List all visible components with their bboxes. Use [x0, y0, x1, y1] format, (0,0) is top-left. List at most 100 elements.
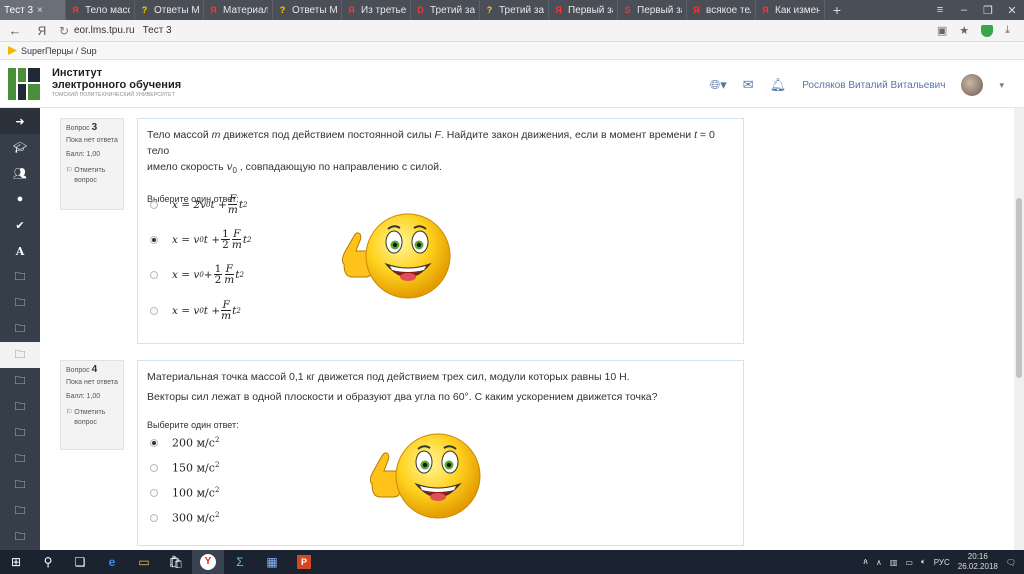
- flag-question-button[interactable]: ⚐ Отметить вопрос: [66, 166, 118, 186]
- task-view-icon[interactable]: ❏: [64, 550, 96, 574]
- browser-tab[interactable]: Я Из третьего: [342, 0, 411, 20]
- answer-option[interactable]: 200 м/с2: [150, 436, 219, 450]
- sigma-app-icon[interactable]: Σ: [224, 550, 256, 574]
- new-tab-button[interactable]: +: [825, 0, 849, 20]
- answer-formula: x = v0 + 12Fmt2: [172, 263, 244, 286]
- browser-tab[interactable]: Я Первый зак: [549, 0, 618, 20]
- app-icon[interactable]: ▦: [256, 550, 288, 574]
- section-folder-icon[interactable]: 🗀︎: [0, 368, 40, 394]
- input-language[interactable]: РУС: [934, 558, 950, 567]
- page-scrollbar[interactable]: [1014, 108, 1024, 550]
- user-menu-chevron-down-icon[interactable]: ▾: [999, 80, 1004, 91]
- maximize-icon[interactable]: ❐: [976, 0, 1000, 20]
- network-icon[interactable]: ▥: [890, 558, 898, 567]
- courses-cap-icon[interactable]: 🎓︎: [0, 134, 40, 160]
- answer-option[interactable]: x = v0t + 12Fmt2: [150, 229, 252, 250]
- close-window-icon[interactable]: ✕: [1000, 0, 1024, 20]
- language-globe-icon[interactable]: 🌐︎▾: [710, 77, 727, 93]
- section-folder-icon[interactable]: 🗀︎: [0, 316, 40, 342]
- bookmark-play-icon: [8, 46, 17, 55]
- answer-radio-selected[interactable]: [150, 235, 158, 244]
- search-icon[interactable]: ⚲: [32, 550, 64, 574]
- store-icon[interactable]: 🛍︎: [160, 550, 192, 574]
- people-icon[interactable]: ጰ: [863, 557, 868, 567]
- participants-users-icon[interactable]: 👥︎: [0, 160, 40, 186]
- section-folder-icon[interactable]: 🗀︎: [0, 524, 40, 550]
- notifications-bell-icon[interactable]: 🔔︎: [770, 77, 787, 93]
- logo-title: Институт электронного обучения: [52, 67, 182, 91]
- answer-radio[interactable]: [150, 270, 158, 279]
- reload-icon[interactable]: ↻: [54, 24, 74, 38]
- tab-label: Ответы Mail: [292, 4, 337, 16]
- file-explorer-icon[interactable]: ▭: [128, 550, 160, 574]
- show-hidden-icons-chevron-up-icon[interactable]: ∧: [876, 558, 882, 567]
- address-url[interactable]: eor.lms.tpu.ru: [74, 25, 135, 36]
- browser-tab[interactable]: ? Ответы Mail: [135, 0, 204, 20]
- browser-tab[interactable]: Я Материальн: [204, 0, 273, 20]
- question-score: Балл: 1,00: [66, 393, 101, 400]
- back-arrow-icon[interactable]: ←: [0, 23, 30, 38]
- browser-tab[interactable]: ? Третий зако: [480, 0, 549, 20]
- badges-circle-icon[interactable]: ●: [0, 186, 40, 212]
- section-folder-icon[interactable]: 🗀︎: [0, 446, 40, 472]
- clock[interactable]: 20:16 26.02.2018: [958, 552, 998, 572]
- grades-a-icon[interactable]: A: [0, 238, 40, 264]
- answer-radio[interactable]: [150, 513, 158, 522]
- start-windows-icon[interactable]: ⊞: [0, 550, 32, 574]
- tab-active[interactable]: Тест 3 ×: [0, 0, 66, 20]
- answer-radio[interactable]: [150, 463, 158, 472]
- volume-icon[interactable]: 🔈︎: [921, 557, 926, 567]
- tabs-menu-icon[interactable]: ≡: [928, 0, 952, 20]
- powerpoint-icon[interactable]: P: [288, 550, 320, 574]
- browser-tab[interactable]: Я Как изменит: [756, 0, 825, 20]
- answer-option[interactable]: 100 м/с2: [150, 486, 219, 500]
- bookmark-item[interactable]: SuperПерцы / Sup: [21, 46, 97, 56]
- yandex-home-icon[interactable]: Я: [30, 24, 54, 38]
- answer-value: 300 м/с2: [172, 511, 220, 525]
- section-folder-icon[interactable]: 🗀︎: [0, 472, 40, 498]
- browser-tab[interactable]: Явсякое тело: [687, 0, 756, 20]
- yandex-browser-icon[interactable]: Y: [192, 550, 224, 574]
- bookmark-star-icon[interactable]: ★: [959, 24, 969, 37]
- question-info-3: Вопрос 3 Пока нет ответа Балл: 1,00 ⚐ От…: [60, 118, 124, 210]
- browser-tab[interactable]: D Третий зако: [411, 0, 480, 20]
- answer-option[interactable]: x = v0 + 12Fmt2: [150, 264, 244, 285]
- section-folder-icon[interactable]: 🗀︎: [0, 394, 40, 420]
- tab-close-icon[interactable]: ×: [37, 5, 43, 16]
- section-folder-icon[interactable]: 🗀︎: [0, 290, 40, 316]
- edge-browser-icon[interactable]: e: [96, 550, 128, 574]
- answer-option[interactable]: x = v0t + Fmt2: [150, 300, 241, 321]
- messages-envelope-icon[interactable]: ✉: [743, 77, 754, 93]
- user-name[interactable]: Росляков Виталий Витальевич: [802, 80, 945, 91]
- battery-icon[interactable]: ▭: [905, 558, 913, 567]
- scrollbar-thumb[interactable]: [1016, 198, 1022, 378]
- institute-logo-icon[interactable]: [8, 68, 40, 100]
- section-folder-icon-active[interactable]: 🗀︎: [0, 342, 40, 368]
- flag-question-button[interactable]: ⚐ Отметить вопрос: [66, 408, 118, 428]
- answer-radio[interactable]: [150, 306, 158, 315]
- reader-mode-icon[interactable]: ▣: [937, 24, 947, 37]
- answer-radio-selected[interactable]: [150, 438, 158, 447]
- tab-favicon-icon: ?: [279, 5, 286, 15]
- sidebar-toggle-icon[interactable]: ➜: [0, 108, 40, 134]
- protect-shield-icon[interactable]: [981, 24, 994, 37]
- answer-radio[interactable]: [150, 488, 158, 497]
- answer-option[interactable]: 150 м/с2: [150, 461, 219, 475]
- notifications-icon[interactable]: 🗨︎: [1006, 558, 1016, 567]
- tab-favicon-icon: ?: [141, 5, 148, 15]
- browser-tab[interactable]: Я Тело массой: [66, 0, 135, 20]
- section-folder-icon[interactable]: 🗀︎: [0, 264, 40, 290]
- address-page-title[interactable]: Тест 3: [143, 25, 172, 36]
- answer-radio[interactable]: [150, 200, 158, 209]
- tab-label: Материальн: [223, 4, 268, 16]
- user-avatar[interactable]: [961, 74, 984, 96]
- browser-tab[interactable]: S Первый зак: [618, 0, 687, 20]
- answer-option[interactable]: x = 2v 0 t + Fmt2: [150, 194, 248, 215]
- minimize-icon[interactable]: –: [952, 0, 976, 20]
- answer-option[interactable]: 300 м/с2: [150, 511, 219, 525]
- competencies-check-icon[interactable]: ✔: [0, 212, 40, 238]
- browser-tab[interactable]: ? Ответы Mail: [273, 0, 342, 20]
- section-folder-icon[interactable]: 🗀︎: [0, 420, 40, 446]
- section-folder-icon[interactable]: 🗀︎: [0, 498, 40, 524]
- download-icon[interactable]: ⤓: [1005, 24, 1010, 37]
